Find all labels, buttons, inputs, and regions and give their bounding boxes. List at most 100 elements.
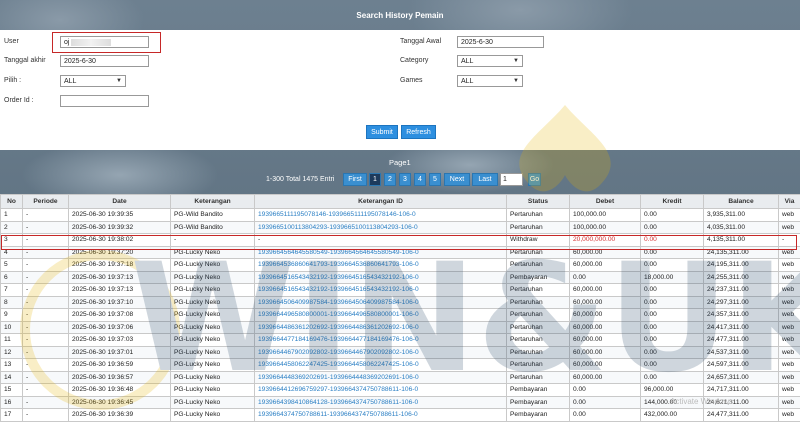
row-balance: 4,035,311.00 bbox=[703, 220, 779, 234]
row-no: 2 bbox=[0, 220, 23, 234]
page-button-3[interactable]: 3 bbox=[399, 173, 411, 186]
first-page-button[interactable]: First bbox=[343, 173, 367, 186]
category-label: Category bbox=[400, 57, 429, 64]
table-row: 17-2025-06-30 19:36:39 PG-Lucky Neko 19396… bbox=[0, 408, 800, 422]
submit-button[interactable]: Submit bbox=[366, 125, 398, 139]
col-header: Date bbox=[68, 194, 171, 209]
table-row: 11-2025-06-30 19:37:03 PG-Lucky Neko 19396… bbox=[0, 333, 800, 347]
row-date: 2025-06-30 19:37:03 bbox=[68, 333, 171, 347]
games-select[interactable]: ALL ▼ bbox=[457, 75, 523, 87]
row-keterangan-id[interactable]: 1939664398410864128-1939664374750788611-… bbox=[254, 395, 507, 409]
row-via: web bbox=[778, 383, 800, 397]
row-keterangan-id[interactable]: 1939664496580800001-1939664496580800001-… bbox=[254, 308, 507, 322]
row-date: 2025-06-30 19:39:32 bbox=[68, 220, 171, 234]
row-keterangan-id[interactable]: 1939664477184169476-1939664477184169476-… bbox=[254, 333, 507, 347]
page-number-input[interactable]: 1 bbox=[500, 173, 523, 186]
page-button-5[interactable]: 5 bbox=[429, 173, 441, 186]
row-keterangan-id[interactable]: 1939665111195078146-1939665111195078146-… bbox=[254, 208, 507, 222]
row-keterangan-id[interactable]: 1939664467902092802-1939664467902092802-… bbox=[254, 345, 507, 359]
row-keterangan: PG-Lucky Neko bbox=[170, 358, 255, 372]
row-via: web bbox=[778, 258, 800, 272]
row-status: Pertaruhan bbox=[506, 333, 570, 347]
row-status: Pertaruhan bbox=[506, 295, 570, 309]
table-row: 3-2025-06-30 19:38:02- - Withdraw 20,000,00… bbox=[0, 233, 800, 247]
row-debet: 60,000.00 bbox=[569, 295, 641, 309]
order-id-input[interactable] bbox=[60, 95, 149, 107]
row-status: Pertaruhan bbox=[506, 370, 570, 384]
row-debet: 60,000.00 bbox=[569, 308, 641, 322]
row-balance: 24,237,311.00 bbox=[703, 283, 779, 297]
row-via: web bbox=[778, 408, 800, 422]
user-input[interactable]: oj bbox=[60, 36, 149, 48]
row-date: 2025-06-30 19:36:57 bbox=[68, 370, 171, 384]
history-table: No Periode Date Keterangan Keterangan ID… bbox=[0, 194, 800, 422]
row-keterangan: PG-Lucky Neko bbox=[170, 320, 255, 334]
row-keterangan-id[interactable]: 1939664506409987584-1939664506409987584-… bbox=[254, 295, 507, 309]
row-date: 2025-06-30 19:37:20 bbox=[68, 245, 171, 259]
row-kredit: 0.00 bbox=[640, 345, 704, 359]
row-keterangan: PG-Wild Bandito bbox=[170, 208, 255, 222]
row-debet: 60,000.00 bbox=[569, 258, 641, 272]
page-button-2[interactable]: 2 bbox=[384, 173, 396, 186]
row-kredit: 18,000.00 bbox=[640, 270, 704, 284]
category-select[interactable]: ALL ▼ bbox=[457, 55, 523, 67]
row-kredit: 96,000.00 bbox=[640, 383, 704, 397]
row-date: 2025-06-30 19:37:01 bbox=[68, 345, 171, 359]
row-keterangan-id[interactable]: 1939664448369202691-1939664448369202691-… bbox=[254, 370, 507, 384]
row-balance: 24,135,311.00 bbox=[703, 245, 779, 259]
row-balance: 24,297,311.00 bbox=[703, 295, 779, 309]
last-page-button[interactable]: Last bbox=[472, 173, 498, 186]
row-debet: 0.00 bbox=[569, 395, 641, 409]
row-keterangan-id[interactable]: 1939664486361202692-1939664486361202692-… bbox=[254, 320, 507, 334]
table-row: 1-2025-06-30 19:39:35 PG-Wild Bandito 1939… bbox=[0, 208, 800, 222]
row-via: web bbox=[778, 283, 800, 297]
row-balance: 24,357,311.00 bbox=[703, 308, 779, 322]
row-via: web bbox=[778, 270, 800, 284]
row-kredit: 0.00 bbox=[640, 370, 704, 384]
row-keterangan-id[interactable]: 1939664516543432192-1939664516543432192-… bbox=[254, 270, 507, 284]
table-row: 8-2025-06-30 19:37:10 PG-Lucky Neko 193966… bbox=[0, 295, 800, 309]
row-keterangan: PG-Lucky Neko bbox=[170, 245, 255, 259]
tanggal-akhir-label: Tanggal akhir bbox=[4, 57, 46, 64]
row-kredit: 0.00 bbox=[640, 258, 704, 272]
row-periode: - bbox=[22, 333, 69, 347]
row-debet: 60,000.00 bbox=[569, 345, 641, 359]
tanggal-akhir-input[interactable]: 2025-6-30 bbox=[60, 55, 149, 67]
total-entries: 1-300 Total 1475 Entri bbox=[266, 176, 335, 183]
col-header: Balance bbox=[703, 194, 779, 209]
row-keterangan-id[interactable]: 1939664374750788611-1939664374750788611-… bbox=[254, 408, 507, 422]
refresh-button[interactable]: Refresh bbox=[401, 125, 436, 139]
pilih-select[interactable]: ALL ▼ bbox=[60, 75, 126, 87]
row-via: web bbox=[778, 220, 800, 234]
row-no: 10 bbox=[0, 320, 23, 334]
row-keterangan-id[interactable]: 1939664516543432192-1939664516543432192-… bbox=[254, 283, 507, 297]
page-title: Search History Pemain bbox=[356, 10, 444, 20]
row-keterangan: PG-Lucky Neko bbox=[170, 345, 255, 359]
row-keterangan: PG-Lucky Neko bbox=[170, 295, 255, 309]
row-keterangan: PG-Lucky Neko bbox=[170, 258, 255, 272]
row-no: 16 bbox=[0, 395, 23, 409]
next-page-button[interactable]: Next bbox=[444, 173, 470, 186]
col-header: Keterangan bbox=[170, 194, 255, 209]
row-date: 2025-06-30 19:36:48 bbox=[68, 383, 171, 397]
row-keterangan: PG-Lucky Neko bbox=[170, 408, 255, 422]
row-keterangan-id[interactable]: 1939664412696759297-1939664374750788611-… bbox=[254, 383, 507, 397]
row-keterangan-id[interactable]: 1939664458062247425-1939664458062247425-… bbox=[254, 358, 507, 372]
row-keterangan-id[interactable]: 1939664536860641793-1939664536860641793-… bbox=[254, 258, 507, 272]
table-row: 15-2025-06-30 19:36:48 PG-Lucky Neko 19396… bbox=[0, 383, 800, 397]
row-kredit: 0.00 bbox=[640, 358, 704, 372]
row-date: 2025-06-30 19:38:02 bbox=[68, 233, 171, 247]
row-via: web bbox=[778, 370, 800, 384]
page-button-1[interactable]: 1 bbox=[369, 173, 381, 186]
row-kredit: 0.00 bbox=[640, 233, 704, 247]
go-button[interactable]: Go bbox=[528, 173, 541, 186]
tanggal-awal-input[interactable]: 2025-6-30 bbox=[457, 36, 544, 48]
row-periode: - bbox=[22, 358, 69, 372]
category-value: ALL bbox=[461, 57, 474, 65]
row-keterangan-id[interactable]: 1939665100113804293-1939665100113804293-… bbox=[254, 220, 507, 234]
page-button-4[interactable]: 4 bbox=[414, 173, 426, 186]
row-kredit: 0.00 bbox=[640, 208, 704, 222]
row-keterangan-id[interactable]: 1939664564645580549-1939664564645580549-… bbox=[254, 245, 507, 259]
row-balance: 24,717,311.00 bbox=[703, 383, 779, 397]
row-debet: 0.00 bbox=[569, 270, 641, 284]
